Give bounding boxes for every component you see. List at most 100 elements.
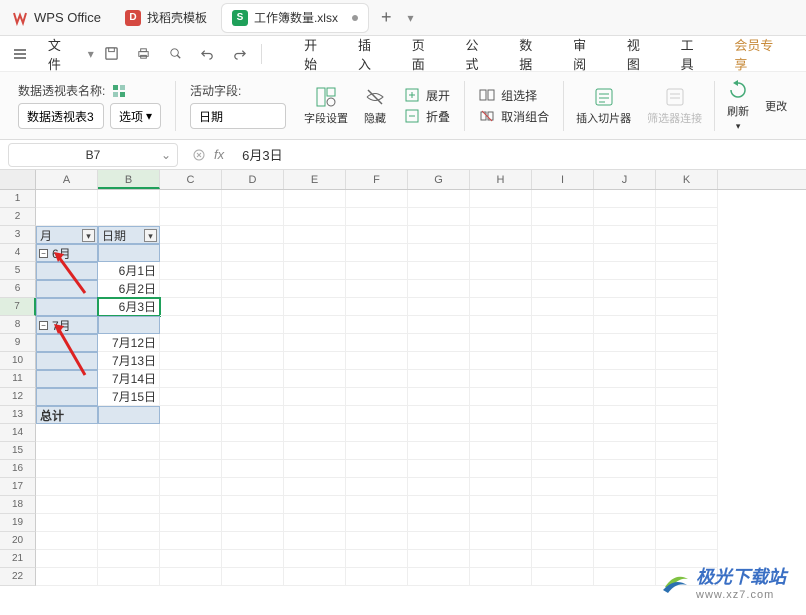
col-header[interactable]: H xyxy=(470,170,532,189)
cell[interactable] xyxy=(98,550,160,568)
row-header[interactable]: 15 xyxy=(0,442,36,460)
cell[interactable] xyxy=(346,316,408,334)
cell[interactable] xyxy=(284,442,346,460)
cell[interactable] xyxy=(470,352,532,370)
filter-dropdown-icon[interactable]: ▾ xyxy=(82,229,95,242)
cell[interactable] xyxy=(98,460,160,478)
cell[interactable] xyxy=(594,442,656,460)
tab-menu-button[interactable]: ▾ xyxy=(402,11,420,25)
cell[interactable] xyxy=(408,550,470,568)
pivot-item[interactable]: 7月12日 xyxy=(98,334,160,352)
cell[interactable] xyxy=(408,334,470,352)
cell[interactable] xyxy=(346,478,408,496)
cell[interactable] xyxy=(594,208,656,226)
row-header[interactable]: 7 xyxy=(0,298,36,316)
cell[interactable] xyxy=(656,442,718,460)
cell[interactable] xyxy=(284,352,346,370)
cell[interactable] xyxy=(532,280,594,298)
ungroup-button[interactable]: 取消组合 xyxy=(479,108,549,125)
cell[interactable] xyxy=(160,496,222,514)
cell[interactable] xyxy=(160,460,222,478)
cell[interactable] xyxy=(594,316,656,334)
col-header[interactable]: F xyxy=(346,170,408,189)
cell[interactable] xyxy=(656,406,718,424)
cell[interactable] xyxy=(470,280,532,298)
cell[interactable] xyxy=(222,316,284,334)
cell[interactable] xyxy=(532,496,594,514)
cell[interactable] xyxy=(470,568,532,586)
pivot-item[interactable]: 7月14日 xyxy=(98,370,160,388)
cell[interactable] xyxy=(222,460,284,478)
cell[interactable] xyxy=(284,460,346,478)
pivot-item[interactable]: 7月15日 xyxy=(98,388,160,406)
col-header[interactable]: J xyxy=(594,170,656,189)
menu-tab-member[interactable]: 会员专享 xyxy=(720,27,800,81)
cell[interactable] xyxy=(532,388,594,406)
cell[interactable] xyxy=(284,280,346,298)
cell[interactable] xyxy=(160,352,222,370)
cell[interactable] xyxy=(470,208,532,226)
menu-tab-tools[interactable]: 工具 xyxy=(667,27,721,81)
cell[interactable] xyxy=(594,298,656,316)
cell[interactable] xyxy=(160,514,222,532)
cell[interactable] xyxy=(594,388,656,406)
cell[interactable] xyxy=(98,424,160,442)
cell[interactable] xyxy=(98,208,160,226)
cell[interactable] xyxy=(284,226,346,244)
cell[interactable] xyxy=(656,208,718,226)
cell[interactable] xyxy=(346,370,408,388)
cell[interactable] xyxy=(346,208,408,226)
cell[interactable] xyxy=(594,226,656,244)
cell[interactable] xyxy=(532,316,594,334)
cell[interactable] xyxy=(594,424,656,442)
cell[interactable] xyxy=(346,424,408,442)
row-header[interactable]: 21 xyxy=(0,550,36,568)
cell[interactable] xyxy=(36,388,98,406)
hide-button[interactable]: 隐藏 xyxy=(356,82,394,130)
collapse-icon[interactable]: − xyxy=(39,321,48,330)
cell[interactable] xyxy=(222,262,284,280)
options-button[interactable]: 选项 ▾ xyxy=(110,103,161,129)
col-header[interactable]: B xyxy=(98,170,160,189)
cell[interactable] xyxy=(284,496,346,514)
cell[interactable] xyxy=(160,388,222,406)
undo-icon[interactable] xyxy=(193,40,221,68)
row-header[interactable]: 17 xyxy=(0,478,36,496)
cell[interactable] xyxy=(532,568,594,586)
cell[interactable] xyxy=(532,514,594,532)
cell[interactable] xyxy=(346,550,408,568)
cell[interactable] xyxy=(470,244,532,262)
cell[interactable] xyxy=(160,550,222,568)
cell[interactable] xyxy=(594,190,656,208)
cell[interactable] xyxy=(594,244,656,262)
cell[interactable] xyxy=(346,460,408,478)
cell[interactable] xyxy=(346,244,408,262)
cell[interactable] xyxy=(98,244,160,262)
cell[interactable] xyxy=(656,298,718,316)
cell[interactable] xyxy=(656,532,718,550)
cell[interactable] xyxy=(284,532,346,550)
cell[interactable] xyxy=(36,262,98,280)
pivot-icon[interactable] xyxy=(111,83,127,99)
cell[interactable] xyxy=(532,334,594,352)
cell[interactable] xyxy=(532,208,594,226)
cell[interactable] xyxy=(346,514,408,532)
cell[interactable] xyxy=(160,298,222,316)
cell[interactable] xyxy=(222,370,284,388)
cell[interactable] xyxy=(532,550,594,568)
cell[interactable] xyxy=(470,478,532,496)
row-header[interactable]: 20 xyxy=(0,532,36,550)
cell[interactable] xyxy=(160,226,222,244)
cell[interactable] xyxy=(160,262,222,280)
insert-slicer-button[interactable]: 插入切片器 xyxy=(568,82,639,130)
row-header[interactable]: 8 xyxy=(0,316,36,334)
cell[interactable] xyxy=(656,280,718,298)
cell[interactable] xyxy=(98,406,160,424)
cell[interactable] xyxy=(594,478,656,496)
cell[interactable] xyxy=(408,190,470,208)
cell[interactable] xyxy=(532,370,594,388)
cell[interactable] xyxy=(532,406,594,424)
print-icon[interactable] xyxy=(130,40,158,68)
pivot-item[interactable]: 6月1日 xyxy=(98,262,160,280)
expand-button[interactable]: 展开 xyxy=(404,87,450,104)
